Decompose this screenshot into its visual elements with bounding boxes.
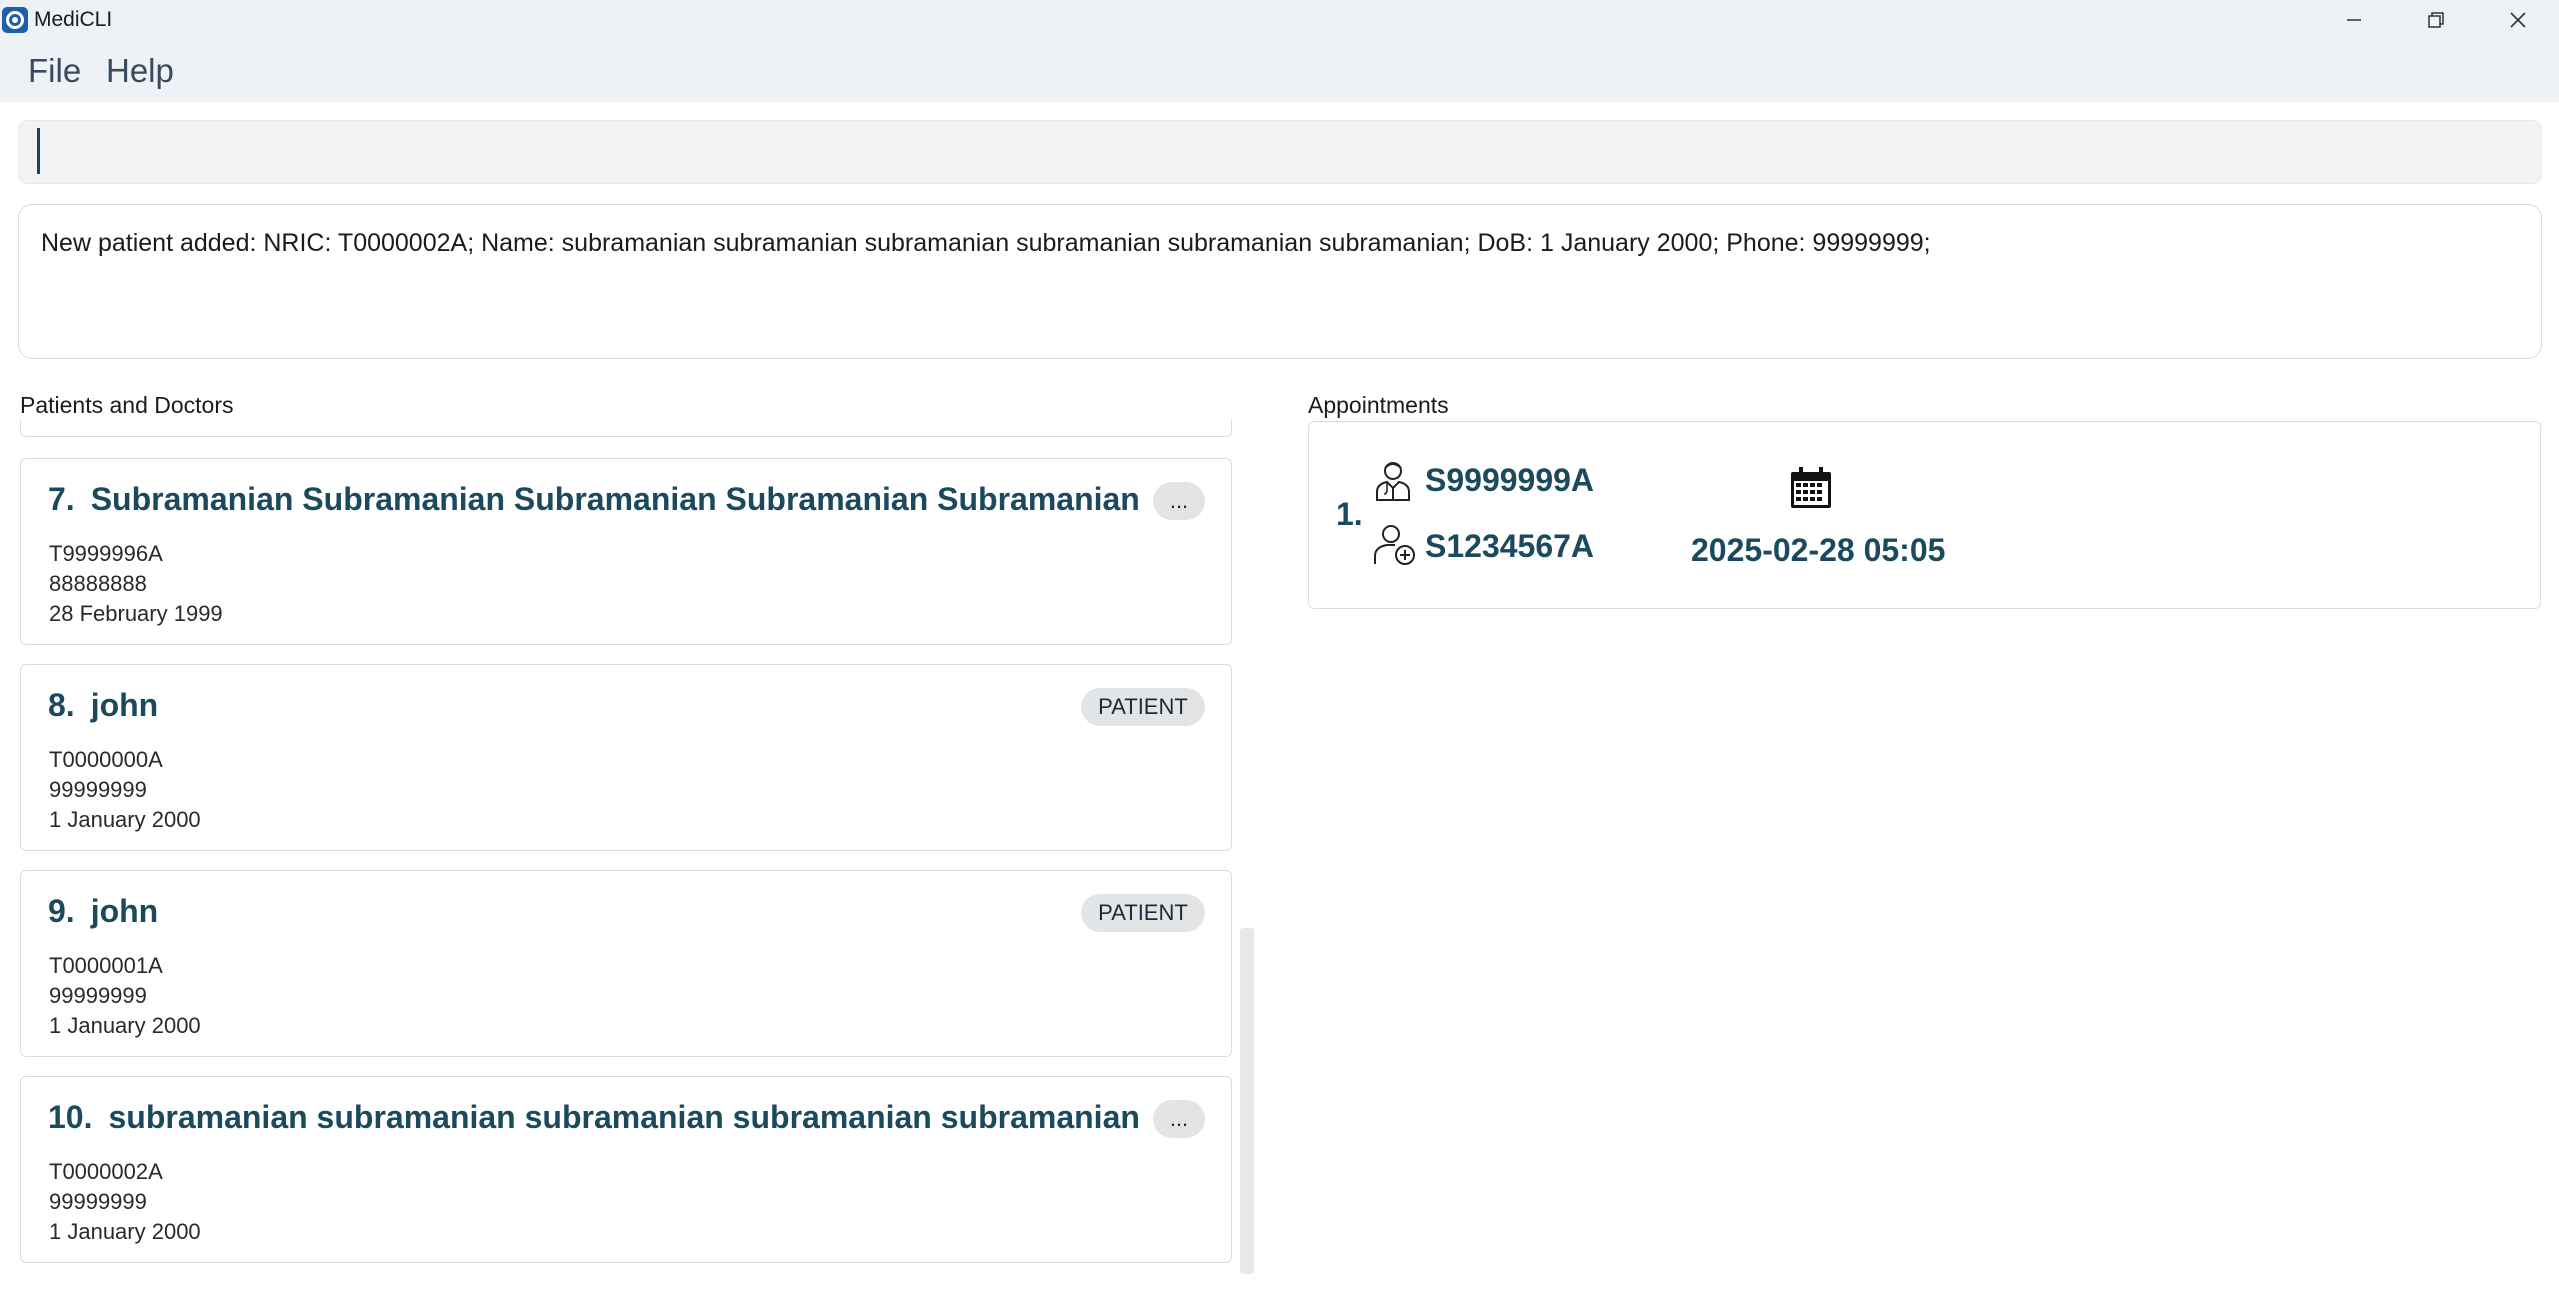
tag-badge[interactable]: ... [1153,482,1205,520]
result-display: New patient added: NRIC: T0000002A; Name… [18,204,2542,359]
minimize-button[interactable] [2314,0,2394,40]
calendar-icon [1791,467,1831,508]
person-nric: T0000001A [49,953,163,978]
person-dob: 1 January 2000 [49,807,201,832]
menu-bar: File Help [0,40,2559,102]
menu-file[interactable]: File [28,52,81,90]
person-nric: T9999996A [49,541,163,566]
person-list[interactable]: 7. Subramanian Subramanian Subramanian Su… [20,420,1232,1276]
person-phone: 99999999 [49,1189,147,1214]
person-card[interactable]: 10. subramanian subramanian subramanian s… [20,1076,1232,1263]
person-nric: T0000000A [49,747,163,772]
person-dob: 28 February 1999 [49,601,223,626]
restore-icon [2428,12,2444,28]
list-item-partial[interactable] [20,420,1232,437]
patient-tag: PATIENT [1081,688,1205,726]
patient-tag: PATIENT [1081,894,1205,932]
command-box [18,120,2542,184]
person-dob: 1 January 2000 [49,1219,201,1244]
person-card[interactable]: 8. john PATIENT T0000000A 99999999 1 Janu… [20,664,1232,851]
person-phone: 99999999 [49,777,147,802]
persons-section-label: Patients and Doctors [20,392,234,418]
patient-nric: S1234567A [1425,528,1595,564]
person-name: 8. john [48,687,159,723]
title-bar: MediCLI [0,0,2559,40]
list-scrollbar[interactable] [1240,928,1254,1274]
tag-badge[interactable]: ... [1153,1100,1205,1138]
close-button[interactable] [2478,0,2558,40]
command-input[interactable] [33,127,2513,177]
app-logo-icon [2,7,28,33]
person-dob: 1 January 2000 [49,1013,201,1038]
patient-icon [1374,525,1415,565]
person-name: 9. john [48,893,159,929]
person-phone: 88888888 [49,571,147,596]
text-caret [37,128,40,174]
minimize-icon [2347,19,2361,21]
appointments-section-label: Appointments [1308,392,1449,418]
window-title: MediCLI [34,8,113,31]
appointment-datetime: 2025-02-28 05:05 [1691,532,1946,568]
doctor-icon [1376,462,1410,501]
doctor-nric: S9999999A [1425,462,1595,498]
person-phone: 99999999 [49,983,147,1008]
person-name: 7. Subramanian Subramanian Subramanian Su… [48,481,1148,517]
appointment-card[interactable]: 1. S9999999A S1234567A 2025-02-28 05:05 [1308,421,2541,609]
result-message: New patient added: NRIC: T0000002A; Name… [41,229,1931,257]
person-name: 10. subramanian subramanian subramanian s… [48,1099,1148,1135]
person-card[interactable]: 9. john PATIENT T0000001A 99999999 1 Janu… [20,870,1232,1057]
restore-button[interactable] [2396,0,2476,40]
person-card[interactable]: 7. Subramanian Subramanian Subramanian Su… [20,458,1232,645]
appointment-index: 1. [1336,496,1363,532]
menu-help[interactable]: Help [106,52,174,90]
person-nric: T0000002A [49,1159,163,1184]
close-icon [2510,12,2526,28]
